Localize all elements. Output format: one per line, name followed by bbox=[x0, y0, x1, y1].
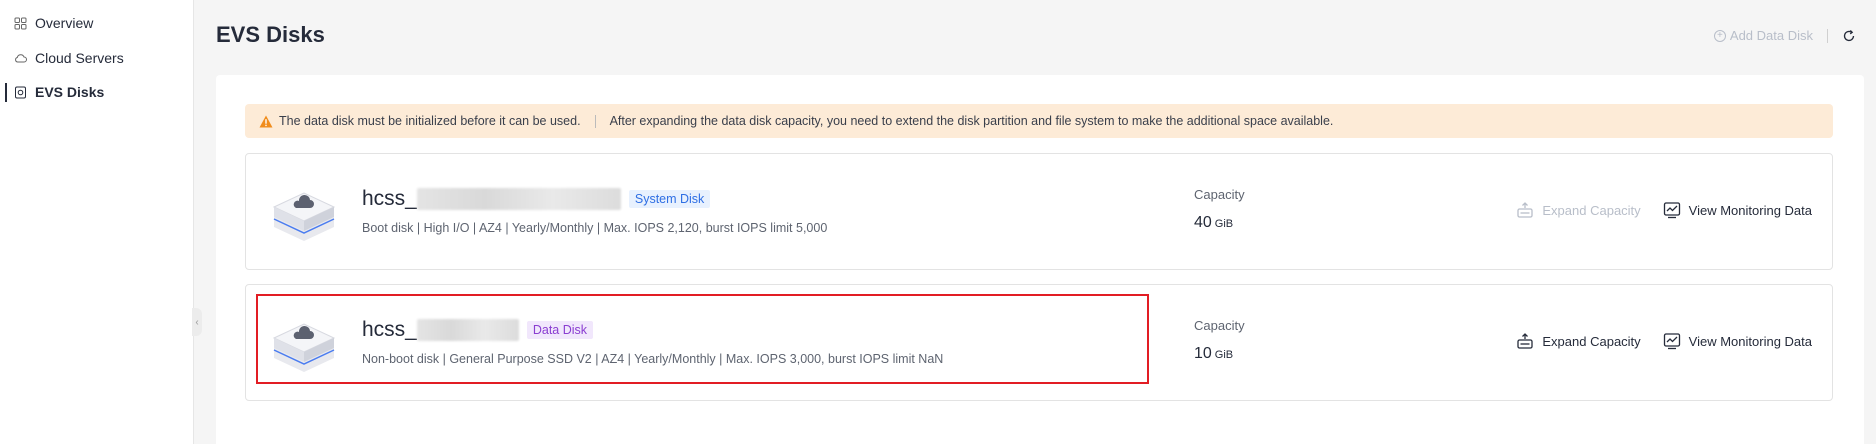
highlight-box bbox=[256, 294, 1149, 384]
sidebar-item-label: Cloud Servers bbox=[35, 50, 124, 66]
alert-message-2: After expanding the data disk capacity, … bbox=[609, 114, 1334, 128]
disk-icon bbox=[15, 86, 26, 98]
disk-description: Boot disk | High I/O | AZ4 | Yearly/Mont… bbox=[362, 221, 828, 235]
view-monitoring-data-label: View Monitoring Data bbox=[1688, 202, 1812, 218]
add-data-disk-label: Add Data Disk bbox=[1729, 28, 1813, 43]
active-indicator bbox=[5, 83, 7, 102]
grid-icon bbox=[14, 17, 27, 29]
chevron-left-icon: ‹ bbox=[195, 316, 199, 328]
warning-icon bbox=[259, 115, 273, 127]
disk-name-prefix: hcss_ bbox=[362, 187, 417, 210]
capacity-number: 40 bbox=[1194, 214, 1212, 231]
cloud-icon bbox=[15, 53, 27, 62]
sidebar: Overview Cloud Servers EVS Disks bbox=[0, 0, 194, 444]
refresh-icon[interactable] bbox=[1842, 29, 1856, 43]
capacity-unit: GiB bbox=[1214, 218, 1234, 230]
sidebar-item-evs-disks[interactable]: EVS Disks bbox=[14, 81, 104, 103]
plus-circle-icon: + bbox=[1713, 29, 1726, 42]
alert-message-1: The data disk must be initialized before… bbox=[279, 114, 581, 128]
capacity-unit: GiB bbox=[1214, 349, 1234, 361]
capacity-number: 10 bbox=[1194, 345, 1212, 362]
info-alert: The data disk must be initialized before… bbox=[245, 104, 1833, 138]
view-monitoring-data-button[interactable]: View Monitoring Data bbox=[1663, 201, 1812, 219]
expand-capacity-label: Expand Capacity bbox=[1542, 202, 1641, 218]
sidebar-item-label: Overview bbox=[35, 15, 94, 31]
expand-disk-icon bbox=[1517, 333, 1534, 349]
disk-actions: Expand Capacity View Monitoring Data bbox=[1516, 201, 1812, 219]
sidebar-collapse-handle[interactable]: ‹ bbox=[192, 308, 202, 336]
capacity-label: Capacity bbox=[1194, 318, 1245, 333]
expand-capacity-button[interactable]: Expand Capacity bbox=[1516, 332, 1641, 350]
expand-disk-icon bbox=[1517, 202, 1534, 218]
disk-actions: Expand Capacity View Monitoring Data bbox=[1516, 332, 1812, 350]
view-monitoring-data-label: View Monitoring Data bbox=[1688, 333, 1812, 349]
capacity-label: Capacity bbox=[1194, 187, 1245, 202]
add-data-disk-button[interactable]: + Add Data Disk bbox=[1713, 28, 1813, 43]
page-title: EVS Disks bbox=[216, 22, 325, 47]
disk-illustration-icon bbox=[272, 192, 336, 241]
monitoring-chart-icon bbox=[1663, 202, 1680, 219]
redacted-name bbox=[416, 188, 621, 210]
sidebar-item-cloud-servers[interactable]: Cloud Servers bbox=[14, 47, 124, 69]
header-actions: + Add Data Disk bbox=[1713, 28, 1856, 43]
monitoring-chart-icon bbox=[1663, 333, 1680, 350]
capacity-value: 40 GiB bbox=[1194, 214, 1233, 232]
view-monitoring-data-button[interactable]: View Monitoring Data bbox=[1663, 332, 1812, 350]
divider bbox=[1827, 28, 1828, 43]
sidebar-item-label: EVS Disks bbox=[35, 84, 105, 100]
disk-name: hcss_ System Disk bbox=[362, 187, 711, 211]
expand-capacity-label: Expand Capacity bbox=[1542, 333, 1641, 349]
sidebar-item-overview[interactable]: Overview bbox=[14, 12, 93, 34]
disk-card-system: hcss_ System Disk Boot disk | High I/O |… bbox=[245, 153, 1833, 270]
expand-capacity-button[interactable]: Expand Capacity bbox=[1516, 201, 1641, 219]
capacity-value: 10 GiB bbox=[1194, 345, 1233, 363]
disk-type-tag: System Disk bbox=[628, 190, 711, 208]
divider bbox=[594, 114, 596, 128]
